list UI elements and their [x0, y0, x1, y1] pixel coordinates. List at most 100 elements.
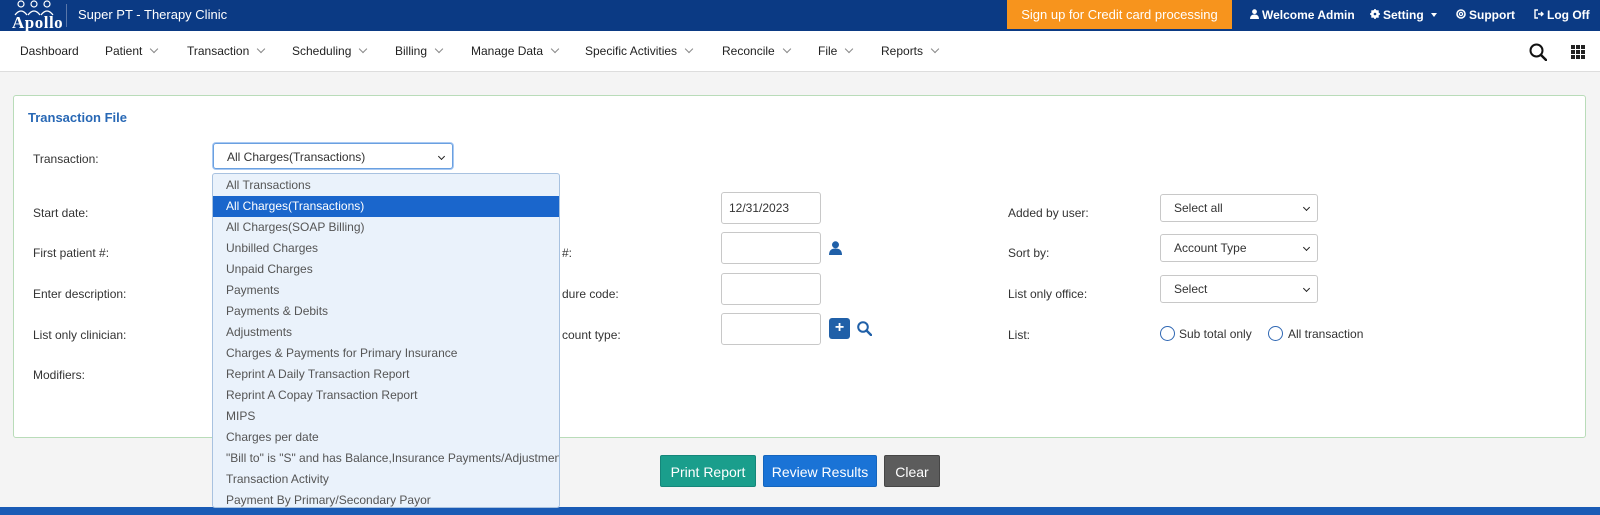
logo-text: Apollo: [12, 13, 64, 32]
nav-reconcile-label: Reconcile: [722, 44, 775, 58]
chevron-down-icon: [1302, 284, 1311, 293]
enter-description-label: Enter description:: [33, 287, 127, 301]
start-date-label: Start date:: [33, 206, 89, 220]
chevron-down-icon: [1302, 243, 1311, 252]
first-patient-label: First patient #:: [33, 246, 110, 260]
list-only-office-select[interactable]: Select: [1160, 275, 1318, 303]
nav-manage-data-label: Manage Data: [471, 44, 544, 58]
nav-reports-label: Reports: [881, 44, 924, 58]
nav-dashboard[interactable]: Dashboard: [20, 44, 79, 58]
list-only-office-label: List only office:: [1008, 287, 1088, 301]
subtotal-only-label: Sub total only: [1179, 327, 1252, 341]
all-transaction-radio[interactable]: [1268, 326, 1283, 341]
added-by-user-label: Added by user:: [1008, 206, 1089, 220]
modifiers-label: Modifiers:: [33, 368, 86, 382]
dropdown-option[interactable]: "Bill to" is "S" and has Balance,Insuran…: [213, 448, 559, 469]
sort-by-label: Sort by:: [1008, 246, 1050, 260]
nav-specific-activities[interactable]: Specific Activities: [585, 44, 694, 58]
welcome-admin-link[interactable]: Welcome Admin: [1250, 8, 1355, 22]
nav-dashboard-label: Dashboard: [20, 44, 79, 58]
dropdown-option[interactable]: Charges & Payments for Primary Insurance: [213, 343, 559, 364]
chevron-down-icon: [782, 44, 791, 54]
sort-by-select[interactable]: Account Type: [1160, 234, 1318, 262]
logoff-label: Log Off: [1547, 8, 1590, 22]
nav-patient[interactable]: Patient: [105, 44, 159, 58]
dropdown-option[interactable]: All Charges(SOAP Billing): [213, 217, 559, 238]
account-type-label: count type:: [562, 328, 621, 342]
setting-menu[interactable]: Setting: [1370, 8, 1438, 22]
nav-reports[interactable]: Reports: [881, 44, 940, 58]
search-icon[interactable]: [857, 321, 873, 339]
added-by-user-select[interactable]: Select all: [1160, 194, 1318, 222]
top-bar: Apollo Super PT - Therapy Clinic Sign up…: [0, 0, 1600, 32]
nav-transaction[interactable]: Transaction: [187, 44, 266, 58]
print-report-button[interactable]: Print Report: [660, 455, 756, 487]
dropdown-option[interactable]: MIPS: [213, 406, 559, 427]
end-date-value: 12/31/2023: [729, 201, 790, 215]
support-label: Support: [1469, 8, 1515, 22]
patient-lookup-icon[interactable]: [829, 241, 842, 258]
transaction-dropdown-list: All Transactions All Charges(Transactions…: [212, 173, 560, 508]
dropdown-option[interactable]: Adjustments: [213, 322, 559, 343]
end-date-input[interactable]: 12/31/2023: [721, 192, 821, 224]
user-icon: [1250, 9, 1259, 22]
chevron-down-icon: [150, 44, 159, 54]
nav-file[interactable]: File: [818, 44, 854, 58]
dropdown-option[interactable]: Payments & Debits: [213, 301, 559, 322]
footer-bar: [0, 507, 1600, 515]
nav-specific-activities-label: Specific Activities: [585, 44, 678, 58]
dropdown-option[interactable]: Reprint A Copay Transaction Report: [213, 385, 559, 406]
lifebuoy-icon: [1456, 9, 1466, 22]
transaction-select[interactable]: All Charges(Transactions): [213, 143, 453, 169]
account-type-input[interactable]: [721, 313, 821, 345]
review-results-button[interactable]: Review Results: [763, 455, 877, 487]
nav-scheduling[interactable]: Scheduling: [292, 44, 368, 58]
chevron-down-icon: [684, 44, 694, 54]
list-only-clinician-label: List only clinician:: [33, 328, 127, 342]
chevron-down-icon: [437, 152, 446, 161]
chevron-down-icon: [434, 44, 444, 54]
dropdown-option[interactable]: Transaction Activity: [213, 469, 559, 490]
dropdown-option[interactable]: Payment By Primary/Secondary Payor: [213, 490, 559, 507]
search-icon[interactable]: [1529, 43, 1548, 62]
apps-grid-icon[interactable]: [1571, 45, 1585, 59]
nav-transaction-label: Transaction: [187, 44, 250, 58]
logoff-link[interactable]: Log Off: [1534, 8, 1590, 22]
dropdown-option[interactable]: Unpaid Charges: [213, 259, 559, 280]
last-patient-input[interactable]: [721, 232, 821, 264]
welcome-admin-label: Welcome Admin: [1262, 8, 1355, 22]
sort-by-value: Account Type: [1174, 241, 1247, 255]
nav-reconcile[interactable]: Reconcile: [722, 44, 791, 58]
subtotal-only-radio[interactable]: [1160, 326, 1175, 341]
nav-billing[interactable]: Billing: [395, 44, 444, 58]
nav-manage-data[interactable]: Manage Data: [471, 44, 560, 58]
panel-title: Transaction File: [28, 110, 127, 125]
apollo-logo[interactable]: Apollo: [10, 0, 64, 32]
nav-scheduling-label: Scheduling: [292, 44, 352, 58]
dropdown-option[interactable]: All Charges(Transactions): [213, 196, 559, 217]
gear-icon: [1370, 9, 1380, 22]
all-transaction-label: All transaction: [1288, 327, 1364, 341]
signup-credit-card-button[interactable]: Sign up for Credit card processing: [1007, 0, 1232, 29]
clear-button[interactable]: Clear: [884, 455, 940, 487]
last-patient-label: #:: [562, 246, 573, 260]
dropdown-option[interactable]: Charges per date: [213, 427, 559, 448]
chevron-down-icon: [257, 44, 266, 54]
add-account-type-button[interactable]: +: [829, 318, 850, 339]
sign-out-icon: [1534, 9, 1544, 22]
list-label: List:: [1008, 328, 1031, 342]
header-divider: [66, 4, 67, 27]
dropdown-option[interactable]: Unbilled Charges: [213, 238, 559, 259]
setting-label: Setting: [1383, 8, 1424, 22]
nav-file-label: File: [818, 44, 838, 58]
dropdown-option[interactable]: Reprint A Daily Transaction Report: [213, 364, 559, 385]
dropdown-option[interactable]: Payments: [213, 280, 559, 301]
dropdown-option[interactable]: All Transactions: [213, 175, 559, 196]
added-by-user-value: Select all: [1174, 201, 1223, 215]
support-link[interactable]: Support: [1456, 8, 1515, 22]
caret-down-icon: [1431, 13, 1438, 17]
chevron-down-icon: [930, 44, 940, 54]
procedure-code-input[interactable]: [721, 273, 821, 305]
procedure-code-label: dure code:: [562, 287, 619, 301]
list-only-office-value: Select: [1174, 282, 1208, 296]
